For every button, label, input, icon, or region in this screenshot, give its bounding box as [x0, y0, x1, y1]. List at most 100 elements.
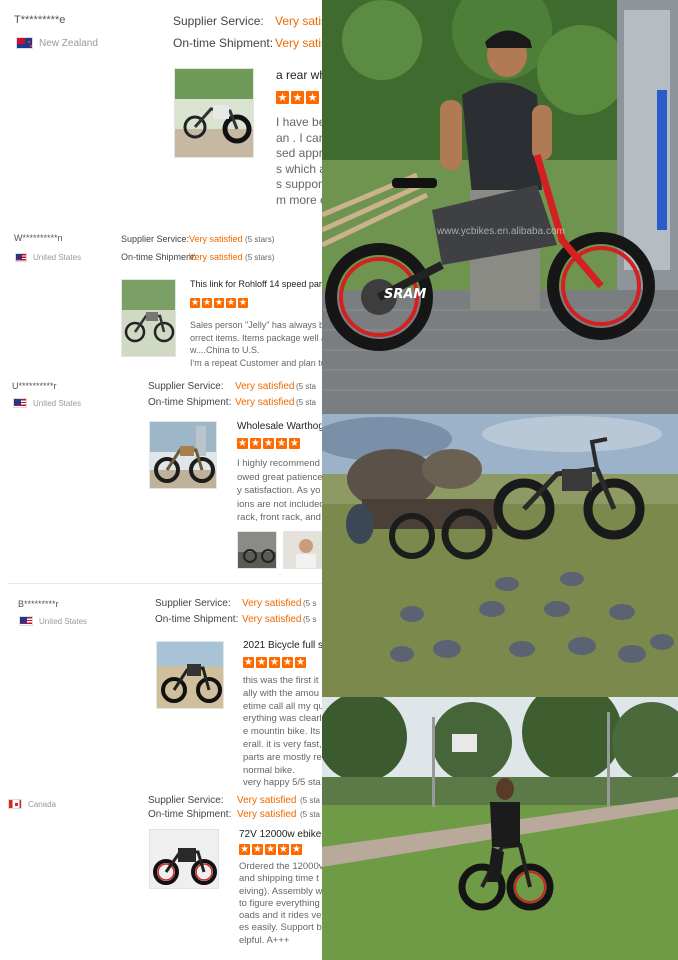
review-line: erall. it is very fast,: [243, 738, 322, 750]
product-title[interactable]: a rear whe: [276, 68, 322, 82]
supplier-service-value: Very satisfied: [242, 598, 302, 609]
canada-flag-icon: [8, 799, 22, 809]
review-text: this was the first it ally with the amou…: [243, 675, 322, 790]
ontime-shipment-value: Very satisfied: [235, 397, 295, 408]
star-icon: ★: [202, 298, 212, 308]
supplier-service-value: Very satisfied: [237, 795, 297, 806]
star-icon: ★: [250, 438, 261, 449]
review-line: m more e: [276, 192, 322, 207]
reviewer-country: United States: [19, 616, 87, 626]
review-line: s support: [276, 177, 322, 191]
ontime-shipment-value: Very satisfied: [237, 809, 297, 820]
supplier-service-row: Supplier Service: Very satisfied (5 sta: [148, 381, 316, 392]
review-line: Sales person "Jelly" has always been he: [190, 320, 322, 330]
review-list: T*********e New Zealand Supplier Service…: [0, 0, 322, 960]
new-zealand-flag-icon: [16, 37, 33, 49]
reviewer-country: United States: [15, 253, 81, 262]
review-photo-thumbnail[interactable]: [237, 531, 277, 569]
review-text: Ordered the 12000v and shipping time t e…: [239, 861, 322, 947]
review-line: etime call all my qu: [243, 700, 322, 712]
review-line: Ordered the 12000v: [239, 861, 322, 872]
review-line: normal bike.: [243, 764, 295, 776]
country-label: United States: [39, 616, 88, 626]
supplier-service-row: Supplier Service: Very satis: [173, 14, 322, 28]
supplier-service-label: Supplier Service:: [155, 598, 231, 609]
review-line: elpful. A+++: [239, 934, 290, 946]
ontime-shipment-row: On-time Shipment: Very satis: [173, 36, 322, 50]
product-thumbnail[interactable]: [156, 641, 224, 709]
reviewer-country: New Zealand: [16, 37, 98, 49]
star-icon: ★: [278, 844, 289, 855]
star-icon: ★: [282, 657, 293, 668]
united-states-flag-icon: [15, 253, 27, 262]
ontime-shipment-row: On-time Shipment: Very satisfied (5 s: [155, 614, 316, 625]
star-icon: ★: [256, 657, 267, 668]
customer-photo-park-ride[interactable]: [322, 697, 678, 960]
review-card: W**********n United States Supplier Serv…: [0, 225, 322, 375]
product-thumbnail[interactable]: [174, 68, 254, 158]
supplier-service-stars: (5 sta: [300, 796, 321, 805]
reviewer-country: United States: [13, 398, 81, 408]
reviewer-name: W**********n: [14, 233, 63, 243]
supplier-service-stars: (5 sta: [296, 382, 317, 391]
review-line: orrect items. Items package well and sh: [190, 332, 322, 343]
star-icon: ★: [289, 438, 300, 449]
reviewer-name: U**********r: [12, 381, 57, 391]
country-label: United States: [33, 398, 82, 408]
star-rating: ★ ★ ★ ★ ★: [190, 298, 248, 308]
star-icon: ★: [214, 298, 224, 308]
review-card: U**********r United States Supplier Serv…: [0, 375, 322, 585]
supplier-service-value: Very satis: [275, 14, 322, 28]
review-text: Sales person "Jelly" has always been he …: [190, 319, 322, 369]
star-rating: ★ ★ ★ ★ ★: [243, 657, 306, 668]
country-label: United States: [33, 253, 82, 262]
star-icon: ★: [291, 844, 302, 855]
supplier-service-label: Supplier Service:: [173, 14, 264, 28]
star-icon: ★: [276, 438, 287, 449]
united-states-flag-icon: [13, 398, 27, 408]
united-states-flag-icon: [19, 616, 33, 626]
review-line: erything was clearl: [243, 713, 322, 725]
review-line: e mountin bike. Its: [243, 726, 321, 738]
ontime-shipment-row: On-time Shipment: Very satisfied (5 sta: [148, 397, 316, 408]
star-rating: ★ ★ ★ ★ ★: [237, 438, 300, 449]
review-line: eiving). Assembly w: [239, 885, 322, 897]
review-line: oads and it rides ve: [239, 910, 322, 922]
ontime-shipment-stars: (5 s: [303, 615, 317, 624]
star-icon: ★: [243, 657, 254, 668]
customer-photo-hunting-trailer[interactable]: [322, 414, 678, 697]
product-title[interactable]: 2021 Bicycle full s: [243, 640, 322, 651]
review-line: I have bee: [276, 115, 322, 129]
review-line: very happy 5/5 sta: [243, 777, 321, 789]
star-icon: ★: [226, 298, 236, 308]
customer-photo-ebike-garage[interactable]: SRAM www.ycbikes.en.alibaba.com: [322, 0, 678, 414]
ontime-shipment-label: On-time Shipment:: [148, 809, 232, 820]
review-divider: [8, 583, 322, 584]
review-text: I have bee an . I can sed appro s which …: [276, 115, 322, 208]
review-photo-thumbnail[interactable]: [283, 531, 322, 569]
star-icon: ★: [252, 844, 263, 855]
product-title[interactable]: Wholesale Warthog: [237, 421, 322, 432]
ontime-shipment-stars: (5 sta: [300, 810, 321, 819]
supplier-service-value: Very satisfied: [189, 234, 243, 244]
product-thumbnail[interactable]: [149, 421, 217, 489]
review-card: T*********e New Zealand Supplier Service…: [0, 0, 322, 225]
review-line: I'm a repeat Customer and plan to utiliz: [190, 357, 322, 368]
star-icon: ★: [239, 844, 250, 855]
ontime-shipment-stars: (5 stars): [245, 253, 275, 262]
ontime-shipment-row: On-time Shipment:Very satisfied (5 stars…: [121, 252, 274, 262]
review-line: an . I can: [276, 130, 322, 145]
product-thumbnail[interactable]: [149, 829, 219, 889]
customer-photos: SRAM www.ycbikes.en.alibaba.com: [322, 0, 678, 960]
review-card: Canada Supplier Service: Very satisfied (5…: [0, 790, 322, 960]
product-title[interactable]: This link for Rohloff 14 speed parts for: [190, 279, 322, 289]
reviewer-name: B*********r: [18, 599, 59, 609]
supplier-service-row: Supplier Service: Very satisfied (5 s: [155, 598, 316, 609]
supplier-service-stars: (5 stars): [245, 235, 275, 244]
product-thumbnail[interactable]: [121, 279, 176, 357]
star-icon: ★: [269, 657, 280, 668]
photo-watermark: www.ycbikes.en.alibaba.com: [437, 226, 565, 237]
ontime-shipment-label: On-time Shipment:: [155, 614, 239, 625]
ontime-shipment-value: Very satisfied: [242, 614, 302, 625]
product-title[interactable]: 72V 12000w ebike(: [239, 829, 322, 840]
